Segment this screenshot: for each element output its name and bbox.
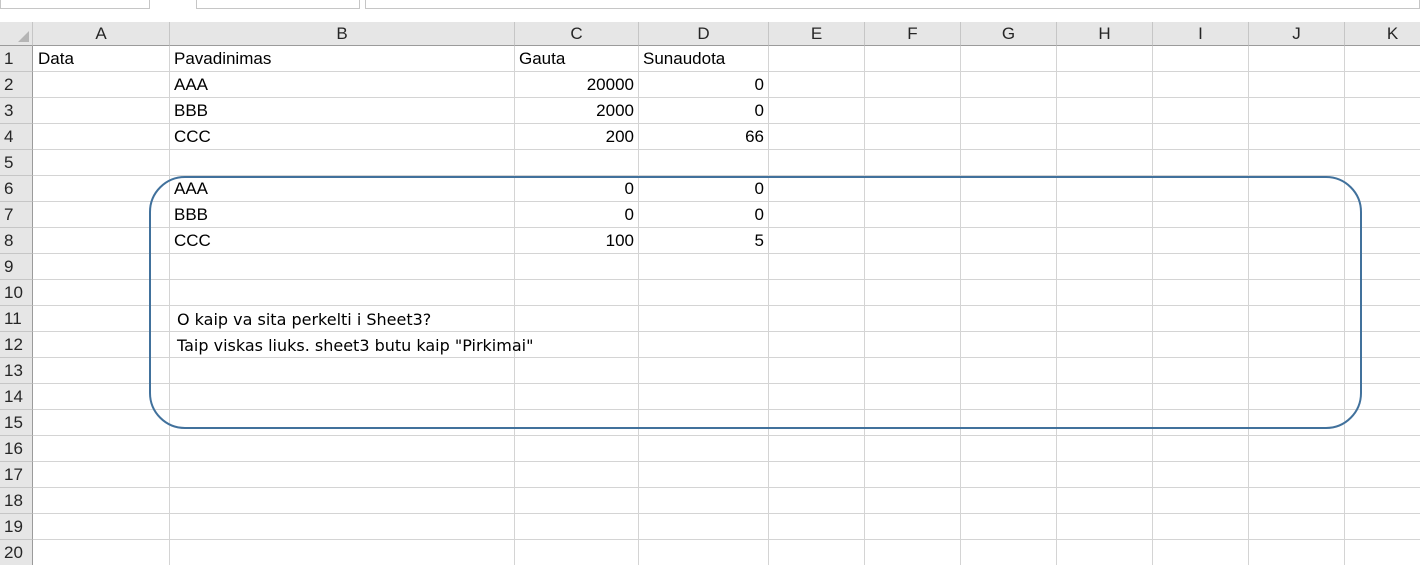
row-header-2[interactable]: 2 bbox=[0, 72, 33, 98]
cell-c3[interactable]: 2000 bbox=[515, 98, 638, 124]
cell-a1[interactable]: Data bbox=[34, 46, 169, 72]
row-header-9[interactable]: 9 bbox=[0, 254, 33, 280]
select-all-button[interactable] bbox=[0, 22, 33, 46]
row-header-14[interactable]: 14 bbox=[0, 384, 33, 410]
row-header-10[interactable]: 10 bbox=[0, 280, 33, 306]
column-header-b[interactable]: B bbox=[170, 22, 515, 46]
column-header-f[interactable]: F bbox=[865, 22, 961, 46]
row-header-15[interactable]: 15 bbox=[0, 410, 33, 436]
row-header-8[interactable]: 8 bbox=[0, 228, 33, 254]
spreadsheet-grid[interactable]: A B C D E F G H I J K 1 2 3 4 5 6 7 8 9 … bbox=[0, 22, 1420, 565]
cell-d1[interactable]: Sunaudota bbox=[639, 46, 768, 72]
name-box[interactable] bbox=[0, 0, 150, 9]
row-header-4[interactable]: 4 bbox=[0, 124, 33, 150]
row-header-13[interactable]: 13 bbox=[0, 358, 33, 384]
column-header-g[interactable]: G bbox=[961, 22, 1057, 46]
comment-shape[interactable] bbox=[149, 176, 1362, 429]
cell-c4[interactable]: 200 bbox=[515, 124, 638, 150]
gridline bbox=[33, 539, 1420, 540]
cell-c1[interactable]: Gauta bbox=[515, 46, 638, 72]
comment-line-2: Taip viskas liuks. sheet3 butu kaip "Pir… bbox=[177, 336, 534, 355]
row-header-7[interactable]: 7 bbox=[0, 202, 33, 228]
comment-line-1: O kaip va sita perkelti i Sheet3? bbox=[177, 310, 432, 329]
cell-d3[interactable]: 0 bbox=[639, 98, 768, 124]
row-header-19[interactable]: 19 bbox=[0, 514, 33, 540]
formula-bar[interactable] bbox=[365, 0, 1420, 9]
row-header-16[interactable]: 16 bbox=[0, 436, 33, 462]
cell-b2[interactable]: AAA bbox=[170, 72, 514, 98]
column-header-h[interactable]: H bbox=[1057, 22, 1153, 46]
gridline bbox=[33, 487, 1420, 488]
cell-b1[interactable]: Pavadinimas bbox=[170, 46, 514, 72]
row-header-5[interactable]: 5 bbox=[0, 150, 33, 176]
column-header-k[interactable]: K bbox=[1345, 22, 1420, 46]
cell-b4[interactable]: CCC bbox=[170, 124, 514, 150]
cell-b3[interactable]: BBB bbox=[170, 98, 514, 124]
select-all-triangle-icon bbox=[18, 31, 29, 42]
gridline bbox=[33, 461, 1420, 462]
row-header-3[interactable]: 3 bbox=[0, 98, 33, 124]
gridline bbox=[33, 513, 1420, 514]
row-header-6[interactable]: 6 bbox=[0, 176, 33, 202]
column-header-d[interactable]: D bbox=[639, 22, 769, 46]
row-header-18[interactable]: 18 bbox=[0, 488, 33, 514]
cell-d4[interactable]: 66 bbox=[639, 124, 768, 150]
formula-bar-area bbox=[0, 0, 1420, 18]
column-header-a[interactable]: A bbox=[33, 22, 170, 46]
column-header-j[interactable]: J bbox=[1249, 22, 1345, 46]
cell-d2[interactable]: 0 bbox=[639, 72, 768, 98]
gridline bbox=[33, 435, 1420, 436]
column-header-e[interactable]: E bbox=[769, 22, 865, 46]
column-header-i[interactable]: I bbox=[1153, 22, 1249, 46]
cell-c2[interactable]: 20000 bbox=[515, 72, 638, 98]
column-header-c[interactable]: C bbox=[515, 22, 639, 46]
row-header-12[interactable]: 12 bbox=[0, 332, 33, 358]
row-header-1[interactable]: 1 bbox=[0, 46, 33, 72]
row-header-20[interactable]: 20 bbox=[0, 540, 33, 565]
function-buttons[interactable] bbox=[196, 0, 360, 9]
row-header-11[interactable]: 11 bbox=[0, 306, 33, 332]
row-header-17[interactable]: 17 bbox=[0, 462, 33, 488]
